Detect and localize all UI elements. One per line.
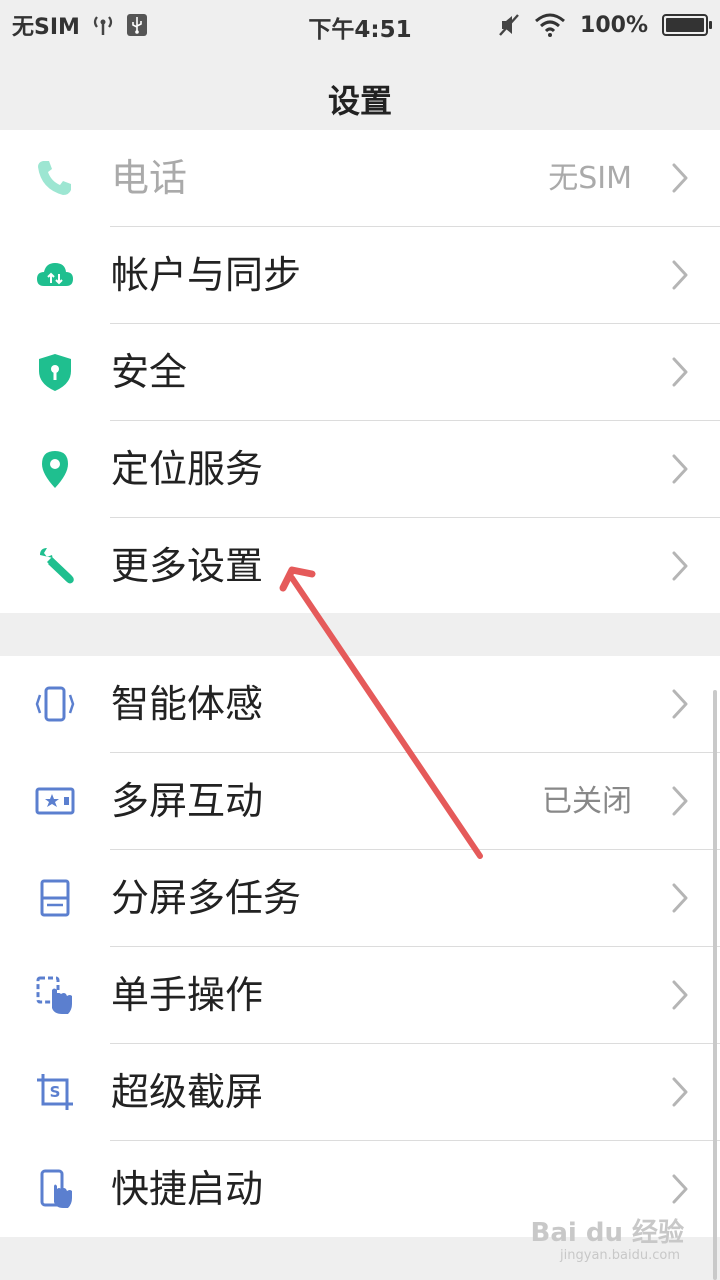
motion-phone-icon — [34, 683, 76, 725]
status-bar: 无SIM 下午4:51 100% — [0, 0, 720, 50]
settings-row-label: 安全 — [111, 350, 188, 394]
wifi-icon — [535, 13, 566, 37]
section-gap — [0, 613, 720, 656]
chevron-right-icon — [668, 355, 692, 389]
chevron-right-icon — [668, 881, 692, 915]
chevron-right-icon — [668, 161, 692, 195]
chevron-right-icon — [668, 1075, 692, 1109]
settings-row-split-screen[interactable]: 分屏多任务 — [0, 850, 720, 947]
cloud-sync-icon — [34, 254, 76, 296]
settings-row-label: 定位服务 — [111, 447, 264, 491]
settings-row-label: 超级截屏 — [111, 1070, 264, 1114]
location-pin-icon — [34, 448, 76, 490]
wrench-icon — [34, 545, 76, 587]
chevron-right-icon — [668, 978, 692, 1012]
chevron-right-icon — [668, 452, 692, 486]
settings-row-shield[interactable]: 安全 — [0, 324, 720, 421]
battery-icon — [662, 14, 712, 36]
settings-row-wrench[interactable]: 更多设置 — [0, 518, 720, 615]
multiscreen-icon — [34, 780, 76, 822]
settings-row-screenshot[interactable]: S 超级截屏 — [0, 1044, 720, 1141]
chevron-right-icon — [668, 784, 692, 818]
screenshot-icon: S — [34, 1071, 76, 1113]
one-hand-icon — [34, 974, 76, 1016]
page-title: 设置 — [327, 82, 392, 120]
settings-row-value: 无SIM — [548, 161, 632, 196]
watermark-logo: Bai du 经验 — [530, 1218, 685, 1248]
battery-percent: 100% — [580, 12, 648, 38]
svg-text:S: S — [50, 1083, 61, 1101]
settings-row-value: 已关闭 — [542, 784, 632, 819]
split-screen-icon — [34, 877, 76, 919]
chevron-right-icon — [668, 1172, 692, 1206]
settings-row-location-pin[interactable]: 定位服务 — [0, 421, 720, 518]
chevron-right-icon — [668, 549, 692, 583]
settings-row-label: 智能体感 — [111, 682, 264, 726]
settings-row-label: 更多设置 — [111, 544, 264, 588]
settings-row-label: 单手操作 — [111, 973, 264, 1017]
settings-row-label: 帐户与同步 — [111, 253, 302, 297]
settings-row-label: 快捷启动 — [111, 1167, 264, 1211]
settings-row-one-hand[interactable]: 单手操作 — [0, 947, 720, 1044]
scrollbar[interactable] — [713, 690, 717, 1280]
watermark-url: jingyan.baidu.com — [560, 1248, 680, 1263]
settings-row-label: 多屏互动 — [111, 779, 264, 823]
settings-row-motion-phone[interactable]: 智能体感 — [0, 656, 720, 753]
chevron-right-icon — [668, 687, 692, 721]
settings-screen: 无SIM 下午4:51 100% 设置 电话 无SIM 帐户与同步 安全 定位服… — [0, 0, 720, 1280]
mute-icon — [499, 14, 519, 36]
shield-icon — [34, 351, 76, 393]
settings-row-cloud-sync[interactable]: 帐户与同步 — [0, 227, 720, 324]
quick-launch-icon — [34, 1168, 76, 1210]
settings-row-label: 电话 — [111, 156, 188, 200]
battery-level — [666, 18, 704, 32]
phone-icon — [34, 157, 76, 199]
chevron-right-icon — [668, 258, 692, 292]
settings-row-phone[interactable]: 电话 无SIM — [0, 130, 720, 227]
settings-row-label: 分屏多任务 — [111, 876, 302, 920]
settings-row-multiscreen[interactable]: 多屏互动 已关闭 — [0, 753, 720, 850]
